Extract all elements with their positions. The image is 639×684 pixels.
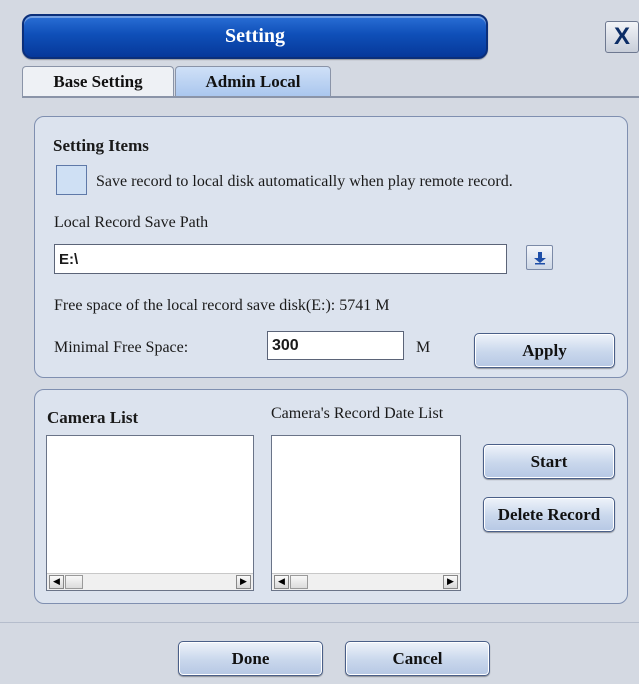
min-free-unit: M [416,339,431,356]
close-icon: X [613,23,630,50]
record-date-listbox[interactable]: ◀ ▶ [271,435,461,591]
close-button[interactable]: X [605,21,639,53]
cancel-button[interactable]: Cancel [345,641,490,676]
min-free-input[interactable]: 300 [267,331,404,360]
footer-divider [0,622,639,623]
auto-save-checkbox[interactable] [56,165,87,195]
scroll-right-icon[interactable]: ▶ [443,575,458,589]
scroll-left-icon[interactable]: ◀ [49,575,64,589]
start-button[interactable]: Start [483,444,615,479]
scroll-left-icon[interactable]: ◀ [274,575,289,589]
scroll-thumb[interactable] [290,575,308,589]
browse-path-button[interactable] [526,245,553,270]
down-arrow-icon [533,251,546,264]
camera-list-heading: Camera List [47,408,139,427]
save-path-input[interactable]: E:\ [54,244,507,274]
auto-save-label: Save record to local disk automatically … [96,173,513,190]
tab-admin-local[interactable]: Admin Local [175,66,331,97]
min-free-label: Minimal Free Space: [54,339,189,356]
delete-record-button[interactable]: Delete Record [483,497,615,532]
title-bar: Setting [22,14,488,59]
tab-divider [22,96,639,98]
free-space-text: Free space of the local record save disk… [54,297,390,314]
camera-list-scrollbar[interactable]: ◀ ▶ [47,573,253,590]
tab-base-setting[interactable]: Base Setting [22,66,174,97]
save-path-label: Local Record Save Path [54,214,209,231]
window-title: Setting [225,25,285,47]
done-button[interactable]: Done [178,641,323,676]
record-date-heading: Camera's Record Date List [271,405,444,422]
scroll-thumb[interactable] [65,575,83,589]
scroll-right-icon[interactable]: ▶ [236,575,251,589]
setting-items-heading: Setting Items [53,136,149,155]
apply-button[interactable]: Apply [474,333,615,368]
camera-listbox[interactable]: ◀ ▶ [46,435,254,591]
date-list-scrollbar[interactable]: ◀ ▶ [272,573,460,590]
